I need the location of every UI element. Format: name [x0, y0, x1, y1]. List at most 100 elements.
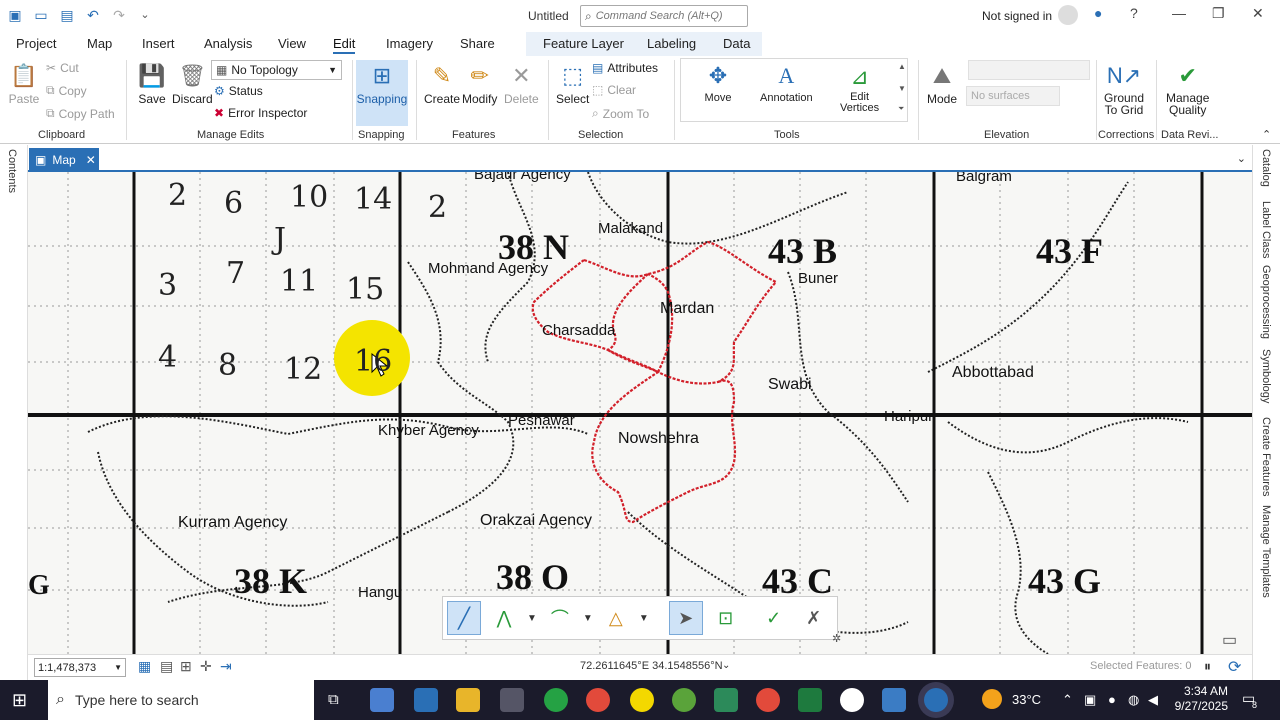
taskbar-search-input[interactable]: ⌕ Type here to search	[48, 680, 314, 720]
edit-vertices-tool-button[interactable]: ⊡	[709, 601, 743, 635]
tab-map-view[interactable]: ▣ Map ✕	[29, 148, 99, 172]
attributes-button[interactable]: ▤ Attributes	[592, 61, 658, 75]
surfaces-dropdown[interactable]: No surfaces	[966, 86, 1060, 106]
symbology-pane-tab[interactable]: Symbology	[1260, 349, 1272, 403]
app-icon[interactable]	[840, 688, 864, 712]
chevron-down-icon[interactable]: ▼	[583, 613, 593, 624]
close-tab-icon[interactable]: ✕	[86, 153, 96, 167]
contents-pane-tab[interactable]: Contents	[6, 149, 18, 193]
snapchat-icon[interactable]	[630, 688, 654, 712]
error-inspector-button[interactable]: ✖ Error Inspector	[214, 106, 307, 120]
elevation-value-field[interactable]	[968, 60, 1090, 80]
clear-button[interactable]: ⬚ Clear	[592, 83, 636, 97]
cancel-sketch-button[interactable]: ✗	[797, 601, 831, 635]
paste-button[interactable]: 📋 Paste	[8, 60, 40, 106]
weather-temperature[interactable]: 33°C	[1012, 692, 1041, 707]
chevron-down-icon[interactable]: ▼	[639, 613, 649, 624]
snapping-button[interactable]: ⊞ Snapping	[356, 60, 408, 126]
copy-button[interactable]: ⧉ Copy	[46, 83, 87, 98]
redo-icon[interactable]: ↷	[110, 6, 128, 24]
manage-templates-pane-tab[interactable]: Manage Templates	[1260, 505, 1272, 598]
catalog-pane-tab[interactable]: Catalog	[1260, 149, 1272, 187]
create-features-pane-tab[interactable]: Create Features	[1260, 417, 1272, 496]
table-icon[interactable]: ▤	[160, 658, 173, 675]
modify-button[interactable]: ✏ Modify	[462, 60, 497, 106]
select-arrow-button[interactable]: ➤	[668, 601, 703, 635]
app-icon[interactable]	[370, 688, 394, 712]
command-search-input[interactable]: ⌕ Command Search (Alt+Q)	[580, 5, 748, 27]
tab-project[interactable]: Project	[16, 36, 56, 51]
tab-map[interactable]: Map	[87, 36, 112, 51]
line-tool-button[interactable]: ╱	[447, 601, 481, 635]
close-icon[interactable]: ✕	[1252, 5, 1264, 22]
tray-expand-icon[interactable]: ⌃	[1062, 692, 1073, 708]
grid-toggle-icon[interactable]: ▦	[138, 658, 151, 675]
customize-chevron-icon[interactable]: ⌄	[136, 6, 154, 24]
scale-dropdown[interactable]: 1:1,478,373 ▼	[34, 658, 126, 677]
ground-to-grid-button[interactable]: N↗ Ground To Grid	[1104, 60, 1144, 117]
annotation-tool-button[interactable]: A Annotation	[760, 60, 813, 104]
tab-insert[interactable]: Insert	[142, 36, 175, 51]
app-icon[interactable]	[500, 688, 524, 712]
topology-dropdown[interactable]: ▦ No Topology ▼	[211, 60, 342, 80]
map-canvas[interactable]: 38 N 43 B 43 F 38 K 38 O 43 C 43 G G Baj…	[28, 172, 1252, 654]
chevron-down-icon[interactable]: ▼	[527, 613, 537, 624]
arcgis-pro-icon[interactable]	[924, 688, 948, 712]
tab-data[interactable]: Data	[723, 36, 750, 51]
cross-icon[interactable]: ✛	[200, 658, 212, 675]
qgis-icon[interactable]	[672, 688, 696, 712]
gallery-scroll-up-icon[interactable]: ▲	[898, 62, 906, 71]
restore-icon[interactable]: ❐	[1212, 5, 1225, 22]
finish-sketch-button[interactable]: ✓	[757, 601, 791, 635]
delete-button[interactable]: ✕ Delete	[504, 60, 539, 106]
tab-analysis[interactable]: Analysis	[204, 36, 252, 51]
weather-sun-icon[interactable]	[982, 689, 1002, 709]
move-tool-button[interactable]: ✥ Move	[702, 60, 734, 104]
chrome-icon[interactable]	[756, 688, 780, 712]
chevron-down-icon[interactable]: ⌄	[722, 660, 730, 671]
tab-edit[interactable]: Edit	[333, 36, 356, 54]
user-avatar-icon[interactable]	[1058, 5, 1078, 25]
excel-icon[interactable]	[798, 688, 822, 712]
navigate-icon[interactable]: ⇥	[220, 658, 232, 675]
tray-app-icon[interactable]: ▣	[1084, 692, 1096, 708]
chrome-icon[interactable]	[586, 688, 610, 712]
elevation-mode-button[interactable]: ⛰ Mode	[926, 60, 958, 106]
status-button[interactable]: ⚙ Status	[214, 84, 263, 98]
gallery-expand-icon[interactable]: ⏷	[898, 104, 904, 114]
tab-labeling[interactable]: Labeling	[647, 36, 696, 51]
tab-view[interactable]: View	[278, 36, 306, 51]
geoprocessing-pane-tab[interactable]: Geoprocessing	[1260, 265, 1272, 339]
edit-vertices-button[interactable]: ⊿ Edit Vertices	[840, 60, 879, 114]
collapse-ribbon-icon[interactable]: ⌃	[1262, 128, 1271, 141]
notifications-icon[interactable]: ●	[1094, 5, 1102, 21]
volume-icon[interactable]: ◀	[1148, 692, 1158, 708]
system-clock[interactable]: 3:34 AM 9/27/2025	[1166, 684, 1228, 714]
zoom-to-button[interactable]: ⌕ Zoom To	[592, 106, 649, 121]
polygon-tool-button[interactable]: △	[599, 601, 633, 635]
tab-share[interactable]: Share	[460, 36, 495, 51]
map-overview-icon[interactable]: ▭	[1222, 630, 1237, 650]
open-folder-icon[interactable]: ▭	[32, 6, 50, 24]
polyline-tool-button[interactable]: ⋀	[487, 601, 521, 635]
select-button[interactable]: ⬚ Select	[556, 60, 589, 106]
discard-button[interactable]: 🗑 Discard	[172, 60, 213, 106]
tab-list-chevron-icon[interactable]: ⌄	[1237, 152, 1246, 165]
whatsapp-icon[interactable]	[544, 688, 568, 712]
sign-in-status[interactable]: Not signed in	[982, 9, 1052, 23]
refresh-icon[interactable]: ⟳	[1228, 657, 1241, 677]
minimize-icon[interactable]: —	[1172, 5, 1186, 21]
microphone-icon[interactable]: ●	[1108, 692, 1116, 707]
manage-quality-button[interactable]: ✔ Manage Quality	[1166, 60, 1209, 117]
app-icon[interactable]	[714, 688, 738, 712]
copy-path-button[interactable]: ⧉ Copy Path	[46, 106, 115, 121]
grid-icon[interactable]: ⊞	[180, 658, 192, 675]
app-icon[interactable]	[882, 688, 906, 712]
file-explorer-icon[interactable]	[456, 688, 480, 712]
help-icon[interactable]: ?	[1130, 5, 1138, 21]
network-icon[interactable]: ◍	[1128, 692, 1139, 708]
toolbar-settings-icon[interactable]: ✲	[832, 632, 841, 645]
pause-icon[interactable]: ⏸	[1204, 658, 1211, 675]
arc-tool-button[interactable]: ⌒	[543, 601, 577, 635]
create-button[interactable]: ✎ Create	[424, 60, 460, 106]
